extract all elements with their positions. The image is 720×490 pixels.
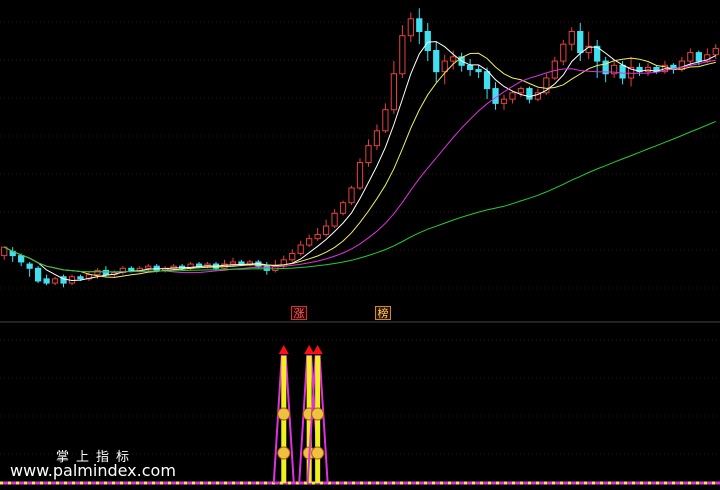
candle-body bbox=[365, 145, 372, 164]
signal-arrow-icon bbox=[278, 345, 289, 354]
rise-badge: 涨 bbox=[291, 306, 307, 320]
candle-body bbox=[314, 233, 321, 240]
candle-body bbox=[306, 238, 313, 246]
candle-body bbox=[577, 30, 584, 54]
candle-body bbox=[466, 64, 474, 71]
candle-body bbox=[551, 60, 558, 79]
candle-body bbox=[322, 225, 330, 235]
candle-body bbox=[382, 109, 389, 132]
chart-root: 涨 榜 掌上指标 www.palmindex.com bbox=[0, 0, 720, 490]
candle-body bbox=[43, 278, 50, 284]
stock-chart bbox=[0, 8, 720, 485]
candle-body bbox=[229, 261, 237, 265]
list-badge: 榜 bbox=[375, 306, 391, 320]
signal-arrow-icon bbox=[312, 345, 323, 354]
candle-body bbox=[517, 88, 525, 94]
candle-body bbox=[509, 92, 516, 100]
candle-body bbox=[339, 202, 347, 214]
candle-body bbox=[331, 212, 338, 227]
candle-body bbox=[128, 267, 135, 271]
candle-body bbox=[568, 30, 575, 45]
coin-icon bbox=[277, 446, 291, 460]
candle-body bbox=[526, 88, 533, 100]
candle-body bbox=[560, 43, 567, 62]
coin-icon bbox=[311, 446, 325, 460]
candle-body bbox=[195, 263, 203, 267]
candle-body bbox=[687, 52, 694, 62]
candle-body bbox=[34, 267, 42, 282]
candle-body bbox=[483, 71, 491, 90]
candle-body bbox=[102, 269, 110, 276]
candle-body bbox=[18, 255, 25, 263]
coin-icon bbox=[311, 407, 325, 421]
candle-body bbox=[500, 98, 508, 104]
candle-body bbox=[51, 278, 59, 284]
coin-icon bbox=[277, 407, 291, 421]
candle-body bbox=[238, 261, 245, 265]
candle-body bbox=[356, 162, 364, 189]
candle-body bbox=[407, 18, 414, 37]
watermark-text: www.palmindex.com bbox=[10, 461, 176, 480]
candle-body bbox=[145, 265, 152, 269]
candle-body bbox=[26, 263, 33, 269]
candle-body bbox=[450, 56, 457, 62]
candle-body bbox=[424, 30, 431, 52]
candle-body bbox=[475, 69, 482, 73]
candle-body bbox=[712, 47, 719, 56]
candle-body bbox=[94, 269, 101, 276]
candle-body bbox=[399, 35, 406, 75]
candle-body bbox=[373, 130, 381, 147]
signal-arrow-icon bbox=[304, 345, 315, 354]
ma60-line bbox=[3, 120, 716, 273]
candle-body bbox=[433, 50, 440, 73]
candle-body bbox=[441, 60, 448, 73]
candle-body bbox=[348, 187, 355, 204]
candle-body bbox=[695, 52, 702, 62]
candle-body bbox=[297, 244, 304, 254]
candle-body bbox=[416, 18, 423, 32]
candle-body bbox=[77, 276, 84, 280]
candle-body bbox=[619, 64, 626, 79]
candle-body bbox=[390, 73, 398, 111]
candle-body bbox=[289, 252, 296, 261]
